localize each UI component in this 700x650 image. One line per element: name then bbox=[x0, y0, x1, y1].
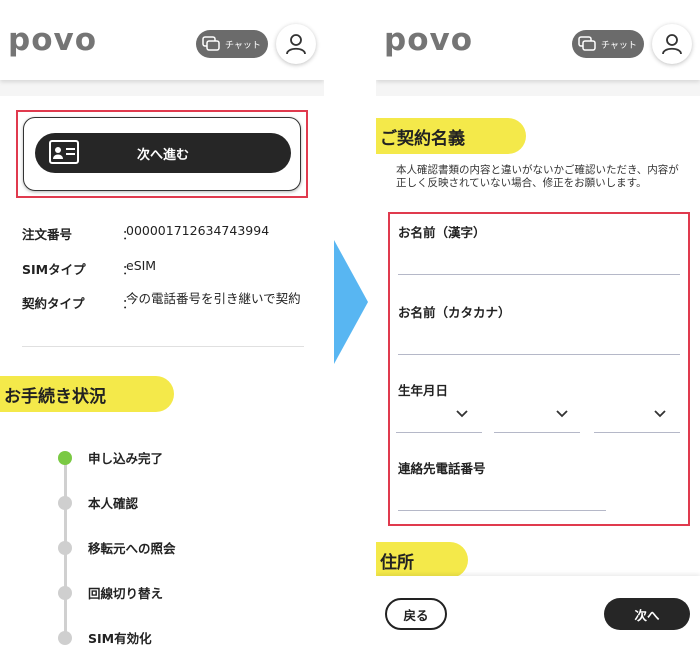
chat-label: チャット bbox=[601, 40, 637, 51]
left-screen: povo チャット 次へ進む 注文番号 ： 000001712634743994… bbox=[0, 0, 324, 650]
divider bbox=[22, 346, 304, 347]
chat-icon bbox=[202, 36, 220, 51]
app-header: povo チャット bbox=[376, 0, 700, 80]
right-screen: povo チャット ご契約名義 本人確認書類の内容と違いがないかご確認いただき、… bbox=[376, 0, 700, 650]
highlight-frame: 次へ進む bbox=[16, 110, 308, 198]
step-pending-dot bbox=[58, 495, 72, 510]
address-heading: 住所 bbox=[376, 542, 468, 578]
back-button[interactable]: 戻る bbox=[385, 598, 447, 630]
order-number-key: 注文番号 bbox=[22, 227, 73, 242]
step-pending-dot bbox=[58, 630, 72, 645]
account-button[interactable] bbox=[652, 24, 692, 64]
chat-label: チャット bbox=[225, 40, 261, 51]
birth-year-select[interactable] bbox=[396, 432, 482, 433]
chat-button[interactable]: チャット bbox=[196, 30, 268, 58]
contract-form-page: ご契約名義 本人確認書類の内容と違いがないかご確認いただき、内容が正しく反映され… bbox=[376, 96, 700, 578]
phone-label: 連絡先電話番号 bbox=[398, 461, 486, 476]
step-label: 申し込み完了 bbox=[88, 451, 164, 466]
chat-button[interactable]: チャット bbox=[572, 30, 644, 58]
chat-icon bbox=[578, 36, 596, 51]
birth-day-select[interactable] bbox=[594, 432, 680, 433]
timeline-step: 本人確認 bbox=[58, 493, 138, 512]
povo-logo: povo bbox=[8, 22, 97, 58]
name-kana-input[interactable] bbox=[398, 354, 680, 355]
contract-name-form: お名前（漢字） お名前（カタカナ） 生年月日 連絡先電話番号 bbox=[388, 212, 690, 526]
next-button-card: 次へ進む bbox=[23, 117, 301, 191]
id-card-icon bbox=[49, 140, 79, 164]
timeline-step: 申し込み完了 bbox=[58, 448, 163, 467]
step-label: SIM有効化 bbox=[88, 631, 152, 646]
app-header: povo チャット bbox=[0, 0, 324, 80]
step-label: 移転元への照会 bbox=[88, 541, 176, 556]
account-button[interactable] bbox=[276, 24, 316, 64]
next-button[interactable]: 次へ bbox=[604, 598, 690, 630]
sim-type-key: SIMタイプ bbox=[22, 262, 86, 277]
name-kanji-label: お名前（漢字） bbox=[398, 225, 486, 240]
chevron-down-icon bbox=[556, 410, 568, 418]
step-pending-dot bbox=[58, 540, 72, 555]
name-kanji-input[interactable] bbox=[398, 274, 680, 275]
step-label: 本人確認 bbox=[88, 496, 139, 511]
step-pending-dot bbox=[58, 585, 72, 600]
proceed-button[interactable]: 次へ進む bbox=[35, 133, 291, 173]
phone-input[interactable] bbox=[398, 510, 606, 511]
verification-note: 本人確認書類の内容と違いがないかご確認いただき、内容が正しく反映されていない場合… bbox=[396, 164, 679, 189]
step-label: 回線切り替え bbox=[88, 586, 164, 601]
proceed-label: 次へ進む bbox=[136, 147, 189, 163]
contract-name-heading: ご契約名義 bbox=[376, 118, 526, 154]
order-number-value: 000001712634743994 bbox=[126, 223, 270, 238]
timeline-step: SIM有効化 bbox=[58, 628, 152, 647]
form-footer: 戻る 次へ bbox=[376, 576, 700, 650]
timeline-step: 移転元への照会 bbox=[58, 538, 176, 557]
step-complete-dot bbox=[58, 450, 72, 465]
transition-arrow-icon bbox=[334, 240, 368, 364]
user-icon bbox=[286, 34, 306, 55]
povo-logo: povo bbox=[384, 22, 473, 58]
timeline-step: 回線切り替え bbox=[58, 583, 163, 602]
contract-type-value: 今の電話番号を引き継いで契約 bbox=[126, 291, 301, 306]
chevron-down-icon bbox=[654, 410, 666, 418]
name-kana-label: お名前（カタカナ） bbox=[398, 305, 511, 320]
contract-type-key: 契約タイプ bbox=[22, 296, 85, 311]
order-summary: 次へ進む 注文番号 ： 000001712634743994 SIMタイプ ： … bbox=[0, 96, 324, 650]
birth-month-select[interactable] bbox=[494, 432, 580, 433]
status-heading: お手続き状況 bbox=[0, 376, 174, 412]
sim-type-value: eSIM bbox=[126, 258, 157, 273]
chevron-down-icon bbox=[456, 410, 468, 418]
user-icon bbox=[662, 34, 682, 55]
birthdate-label: 生年月日 bbox=[398, 383, 449, 398]
